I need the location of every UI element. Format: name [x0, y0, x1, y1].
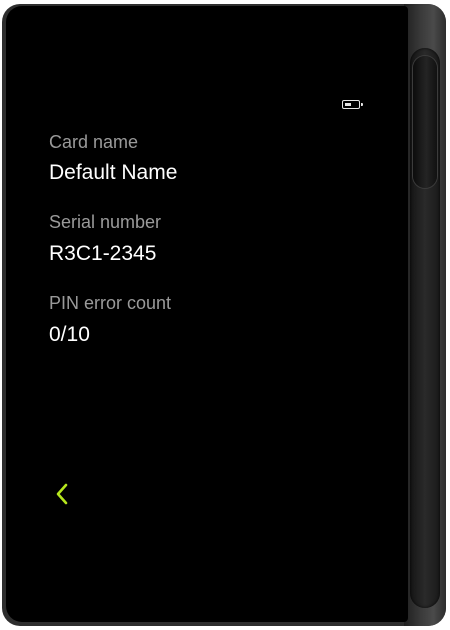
- card-name-value: Default Name: [49, 161, 178, 184]
- serial-number-value: R3C1-2345: [49, 242, 157, 265]
- back-button[interactable]: [48, 479, 78, 509]
- chevron-left-icon: [56, 483, 68, 505]
- card-name-label: Card name: [49, 132, 139, 152]
- pin-error-count-label: PIN error count: [49, 293, 172, 313]
- device-screen: Card name Default Name Serial number R3C…: [6, 6, 408, 622]
- serial-number-label: Serial number: [49, 212, 162, 232]
- battery-low-icon: [342, 100, 363, 109]
- pin-error-count-value: 0/10: [49, 323, 90, 346]
- side-button[interactable]: [413, 56, 437, 188]
